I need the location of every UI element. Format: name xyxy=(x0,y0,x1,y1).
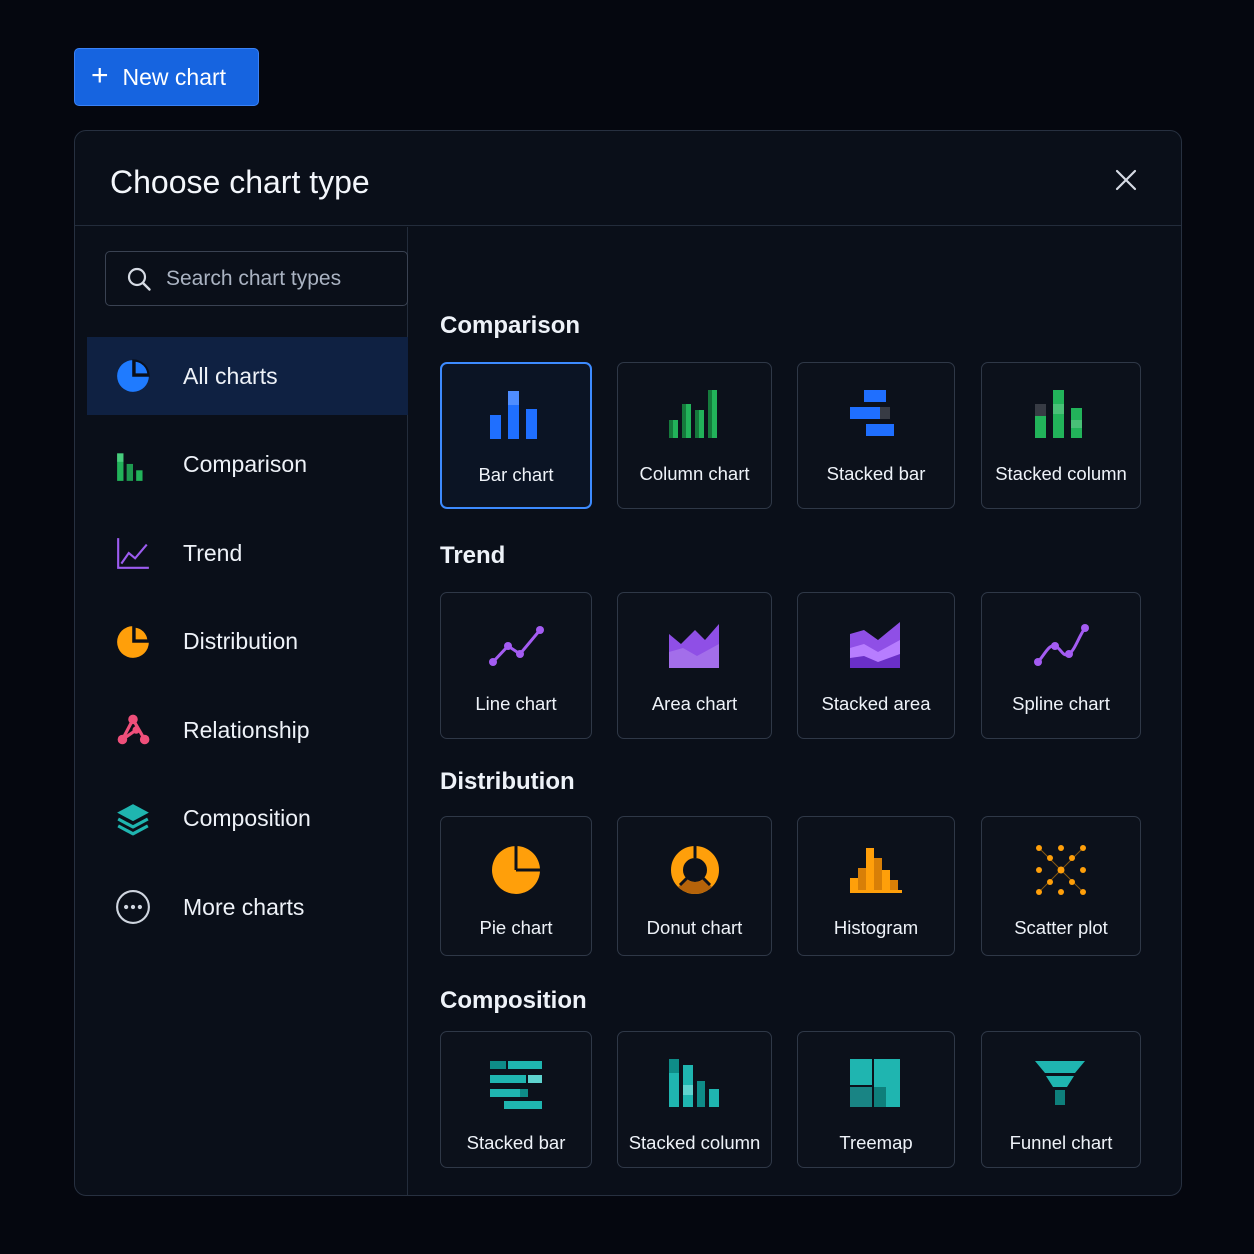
chart-type-dialog: Choose chart type All charts Comparison Tr… xyxy=(74,130,1182,1196)
sidebar: All charts Comparison Trend Distribution Rel… xyxy=(75,227,408,1195)
chart-card-spline-chart[interactable]: Spline chart xyxy=(981,592,1141,739)
area-chart-icon xyxy=(667,615,723,677)
chart-card-label: Histogram xyxy=(833,917,919,938)
sidebar-item-distribution[interactable]: Distribution xyxy=(87,603,408,681)
chart-card-label: Treemap xyxy=(839,1132,913,1153)
chart-card-donut-chart[interactable]: Donut chart xyxy=(617,816,772,956)
dialog-header: Choose chart type xyxy=(75,131,1181,226)
scatter-plot-icon xyxy=(1033,839,1089,901)
bar-chart-icon xyxy=(488,386,544,448)
sidebar-item-more-charts[interactable]: More charts xyxy=(87,868,408,946)
line-chart-icon xyxy=(115,535,151,571)
chart-card-pie-chart[interactable]: Pie chart xyxy=(440,816,592,956)
sidebar-item-label: All charts xyxy=(183,362,278,389)
spline-chart-icon xyxy=(1033,615,1089,677)
sidebar-nav: All charts Comparison Trend Distribution Rel… xyxy=(87,337,408,957)
new-chart-label: New chart xyxy=(122,63,227,90)
chart-card-label: Spline chart xyxy=(1012,693,1110,714)
chart-card-stacked-bar[interactable]: Stacked bar xyxy=(440,1031,592,1168)
chart-card-label: Bar chart xyxy=(478,464,554,485)
sidebar-item-label: Distribution xyxy=(183,628,299,654)
chart-gallery: Comparison Bar chart Column chart Stacked b… xyxy=(440,227,1181,1195)
chart-card-label: Donut chart xyxy=(646,917,743,938)
chart-card-scatter-plot[interactable]: Scatter plot xyxy=(981,816,1141,956)
chart-card-label: Column chart xyxy=(639,463,750,484)
sidebar-item-label: Trend xyxy=(183,539,243,566)
sidebar-item-label: Relationship xyxy=(183,716,310,743)
more-icon xyxy=(115,889,151,925)
section-title-comparison: Comparison xyxy=(440,312,581,339)
stacked-column-icon xyxy=(667,1054,723,1116)
chart-card-treemap[interactable]: Treemap xyxy=(797,1031,955,1168)
treemap-icon xyxy=(848,1054,904,1116)
funnel-chart-icon xyxy=(1033,1054,1089,1116)
sidebar-item-label: More charts xyxy=(183,893,305,920)
layers-icon xyxy=(115,801,151,837)
new-chart-button[interactable]: + New chart xyxy=(74,48,259,106)
histogram-icon xyxy=(848,839,904,901)
chart-card-label: Stacked bar xyxy=(826,463,926,484)
search-input[interactable] xyxy=(166,266,386,291)
chart-card-line-chart[interactable]: Line chart xyxy=(440,592,592,739)
column-chart-icon xyxy=(667,385,723,447)
chart-card-column-chart[interactable]: Column chart xyxy=(617,362,772,509)
chart-card-label: Funnel chart xyxy=(1009,1132,1113,1153)
plus-icon: + xyxy=(91,58,109,92)
pie-icon xyxy=(115,624,151,660)
chart-card-histogram[interactable]: Histogram xyxy=(797,816,955,956)
section-title-trend: Trend xyxy=(440,542,506,569)
chart-card-label: Stacked bar xyxy=(466,1132,566,1153)
chart-card-label: Pie chart xyxy=(479,917,553,938)
sidebar-item-all-charts[interactable]: All charts xyxy=(87,337,408,415)
sidebar-item-label: Comparison xyxy=(183,451,307,477)
section-title-distribution: Distribution xyxy=(440,768,575,795)
sidebar-item-trend[interactable]: Trend xyxy=(87,514,408,592)
search-box[interactable] xyxy=(105,251,408,306)
close-icon xyxy=(1115,169,1137,191)
pie-icon xyxy=(115,358,151,394)
sidebar-item-label: Composition xyxy=(183,805,311,831)
chart-card-area-chart[interactable]: Area chart xyxy=(617,592,772,739)
chart-card-label: Stacked area xyxy=(821,693,931,714)
pie-chart-icon xyxy=(488,839,544,901)
sidebar-item-relationship[interactable]: Relationship xyxy=(87,691,408,769)
chart-card-stacked-column[interactable]: Stacked column xyxy=(981,362,1141,509)
chart-card-stacked-area[interactable]: Stacked area xyxy=(797,592,955,739)
chart-card-stacked-bar[interactable]: Stacked bar xyxy=(797,362,955,509)
stacked-area-icon xyxy=(848,615,904,677)
network-icon xyxy=(115,712,151,748)
chart-card-label: Line chart xyxy=(475,693,557,714)
donut-chart-icon xyxy=(667,839,723,901)
bar-chart-icon xyxy=(115,447,151,483)
chart-card-label: Area chart xyxy=(651,693,738,714)
stacked-bar-icon xyxy=(848,385,904,447)
chart-card-label: Stacked column xyxy=(995,463,1127,484)
sidebar-item-comparison[interactable]: Comparison xyxy=(87,426,408,504)
dialog-title: Choose chart type xyxy=(110,164,370,200)
stacked-bar-icon xyxy=(488,1054,544,1116)
sidebar-item-composition[interactable]: Composition xyxy=(87,780,408,858)
close-button[interactable] xyxy=(1113,167,1139,193)
chart-card-stacked-column[interactable]: Stacked column xyxy=(617,1031,772,1168)
section-title-composition: Composition xyxy=(440,987,587,1014)
chart-card-label: Scatter plot xyxy=(1014,917,1108,938)
stacked-column-icon xyxy=(1033,385,1089,447)
search-icon xyxy=(127,267,151,291)
chart-card-label: Stacked column xyxy=(628,1132,761,1153)
chart-card-funnel-chart[interactable]: Funnel chart xyxy=(981,1031,1141,1168)
chart-card-bar-chart[interactable]: Bar chart xyxy=(440,362,592,509)
line-chart-icon xyxy=(488,615,544,677)
